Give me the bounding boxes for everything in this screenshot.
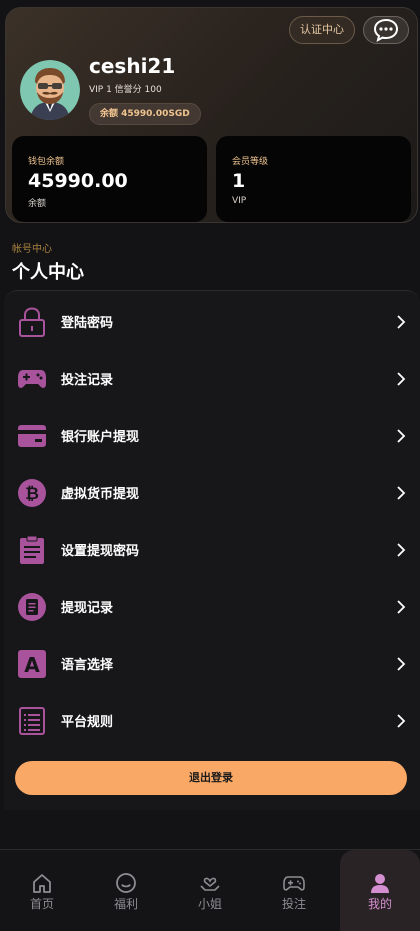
menu-item-bet-records[interactable]: 投注记录 bbox=[4, 350, 420, 407]
logout-button[interactable]: 退出登录 bbox=[15, 761, 407, 795]
tab-label: 首页 bbox=[29, 897, 54, 911]
chevron-right-icon bbox=[397, 371, 406, 386]
member-level-sub: VIP bbox=[232, 196, 247, 206]
avatar-image bbox=[20, 60, 80, 120]
menu-item-language[interactable]: A 语言选择 bbox=[4, 635, 420, 692]
svg-text:₿: ₿ bbox=[25, 484, 39, 504]
top-actions: 认证中心 bbox=[289, 16, 409, 44]
menu-item-withdraw-records[interactable]: 提现记录 bbox=[4, 578, 420, 635]
section-subtitle: 帐号中心 bbox=[12, 244, 52, 255]
bank-card-icon bbox=[17, 421, 47, 451]
lock-icon bbox=[17, 306, 47, 337]
chevron-right-icon bbox=[397, 428, 406, 443]
gamepad-icon bbox=[283, 876, 305, 891]
member-level-label: 会员等级 bbox=[232, 157, 269, 167]
rules-list-icon bbox=[17, 706, 47, 736]
menu-item-label: 设置提现密码 bbox=[61, 544, 140, 559]
chevron-right-icon bbox=[397, 542, 406, 557]
page-title: 个人中心 bbox=[12, 262, 84, 283]
chevron-right-icon bbox=[397, 656, 406, 671]
tab-label: 投注 bbox=[281, 897, 306, 911]
wallet-balance-sub: 余额 bbox=[28, 199, 47, 209]
tab-home[interactable]: 首页 bbox=[0, 850, 84, 931]
clipboard-icon bbox=[17, 535, 47, 565]
home-icon bbox=[33, 874, 51, 893]
menu-item-label: 语言选择 bbox=[61, 658, 114, 673]
chevron-right-icon bbox=[397, 314, 406, 329]
avatar[interactable] bbox=[20, 60, 80, 120]
user-icon bbox=[371, 874, 389, 893]
balance-badge: 余额 45990.00SGD bbox=[89, 103, 201, 125]
bitcoin-icon: ₿ bbox=[17, 478, 47, 508]
smile-icon bbox=[116, 873, 136, 893]
record-icon bbox=[17, 592, 47, 622]
svg-text:A: A bbox=[24, 653, 40, 677]
heart-hand-icon bbox=[200, 877, 220, 891]
chat-bubble-icon bbox=[373, 18, 399, 42]
language-icon: A bbox=[17, 649, 47, 679]
tab-label: 小姐 bbox=[197, 897, 222, 911]
menu-item-label: 投注记录 bbox=[61, 373, 114, 388]
member-level-card: 会员等级 1 VIP bbox=[216, 136, 411, 222]
menu-item-label: 提现记录 bbox=[61, 601, 114, 616]
menu-item-bank-withdraw[interactable]: 银行账户提现 bbox=[4, 407, 420, 464]
message-button[interactable] bbox=[363, 16, 409, 44]
tab-mine[interactable]: 我的 bbox=[340, 850, 420, 931]
chevron-right-icon bbox=[397, 713, 406, 728]
gamepad-icon bbox=[17, 364, 47, 394]
menu-item-label: 平台规则 bbox=[61, 715, 114, 730]
certification-center-button[interactable]: 认证中心 bbox=[289, 16, 355, 44]
vip-credit-line: VIP 1 信誉分 100 bbox=[89, 85, 162, 95]
menu-item-label: 登陆密码 bbox=[61, 316, 114, 331]
wallet-balance-label: 钱包余额 bbox=[28, 157, 65, 167]
tab-welfare[interactable]: 福利 bbox=[84, 850, 168, 931]
menu-item-label: 银行账户提现 bbox=[61, 430, 140, 445]
tab-ladies[interactable]: 小姐 bbox=[168, 850, 252, 931]
profile-card: 认证中心 ceshi21 VIP 1 信誉分 100 余额 45990.00SG… bbox=[5, 7, 418, 223]
chevron-right-icon bbox=[397, 599, 406, 614]
bottom-tab-bar: 首页 福利 小姐 投注 我的 bbox=[0, 849, 420, 931]
tab-betting[interactable]: 投注 bbox=[252, 850, 336, 931]
chevron-right-icon bbox=[397, 485, 406, 500]
menu-item-set-withdraw-password[interactable]: 设置提现密码 bbox=[4, 521, 420, 578]
menu-item-login-password[interactable]: 登陆密码 bbox=[4, 293, 420, 350]
member-level-value: 1 bbox=[232, 170, 246, 192]
tab-label: 我的 bbox=[367, 897, 392, 911]
menu-item-platform-rules[interactable]: 平台规则 bbox=[4, 692, 420, 749]
wallet-balance-card: 钱包余额 45990.00 余额 bbox=[12, 136, 207, 222]
menu-list: 登陆密码 投注记录 银行账户提现 ₿ 虚拟货币提现 设置提现密码 提现记录 A … bbox=[4, 290, 420, 810]
menu-item-crypto-withdraw[interactable]: ₿ 虚拟货币提现 bbox=[4, 464, 420, 521]
wallet-balance-value: 45990.00 bbox=[28, 170, 128, 192]
username: ceshi21 bbox=[89, 54, 176, 78]
tab-label: 福利 bbox=[113, 897, 138, 911]
menu-item-label: 虚拟货币提现 bbox=[61, 487, 140, 502]
